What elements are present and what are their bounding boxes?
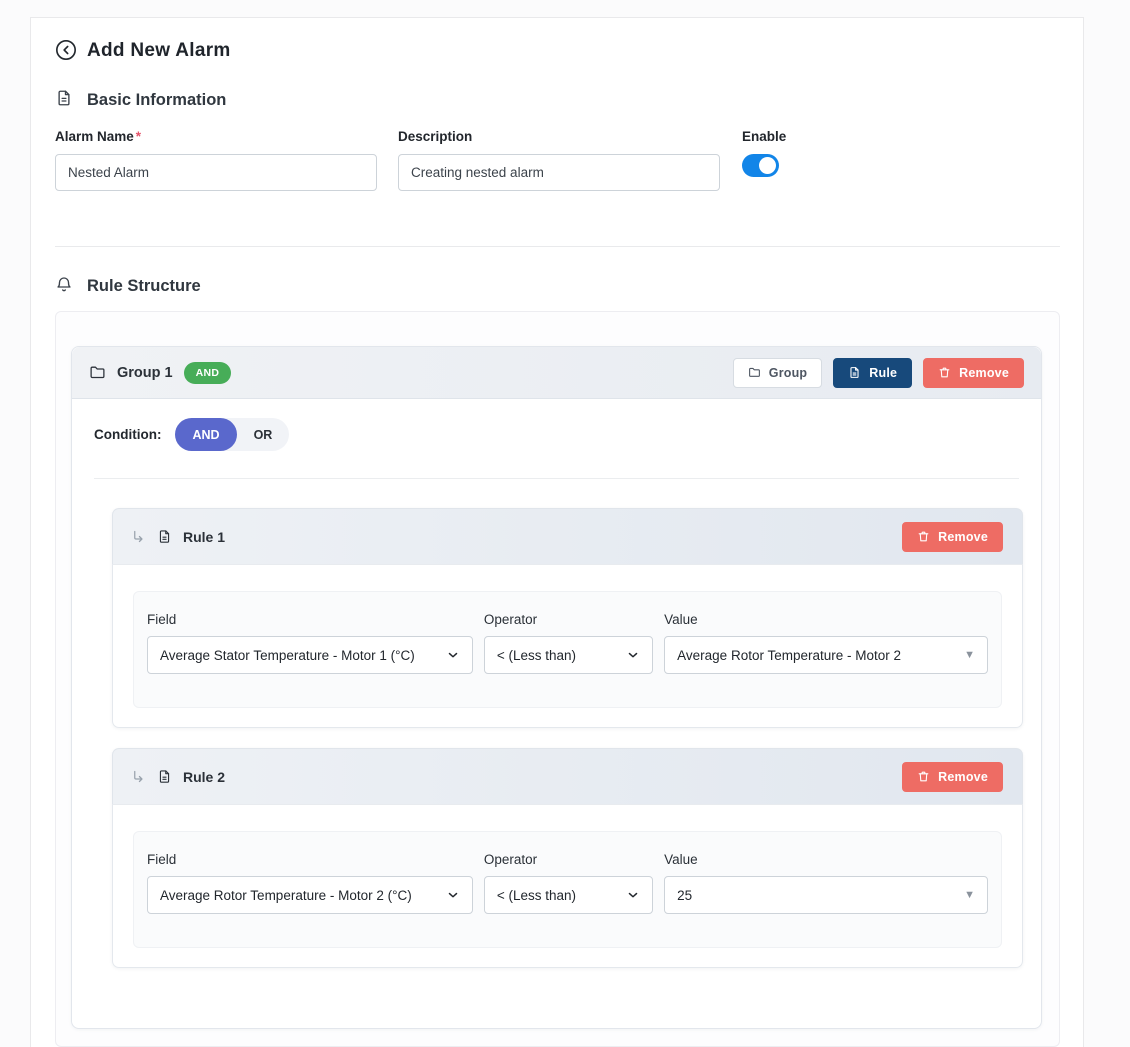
condition-option-and[interactable]: AND bbox=[175, 418, 236, 451]
rules-area: Rule 1 Remove Field bbox=[72, 479, 1041, 1028]
file-icon bbox=[157, 529, 172, 544]
rule-2-field-select[interactable]: Average Rotor Temperature - Motor 2 (°C) bbox=[147, 876, 473, 914]
folder-icon bbox=[748, 366, 761, 379]
condition-option-or[interactable]: OR bbox=[237, 418, 290, 451]
description-input[interactable] bbox=[398, 154, 720, 191]
page-header: Add New Alarm bbox=[55, 40, 1060, 62]
rule-2-operator-group: Operator < (Less than) bbox=[484, 852, 653, 914]
folder-icon bbox=[89, 364, 106, 381]
back-button[interactable] bbox=[55, 40, 77, 62]
value-label: Value bbox=[664, 852, 988, 867]
basic-information-heading: Basic Information bbox=[55, 89, 1060, 112]
value-label: Value bbox=[664, 612, 988, 627]
chevron-down-icon bbox=[446, 888, 460, 902]
rule-2-field-group: Field Average Rotor Temperature - Motor … bbox=[147, 852, 473, 914]
trash-icon bbox=[938, 366, 951, 379]
rule-1-body: Field Average Stator Temperature - Motor… bbox=[112, 564, 1023, 728]
rule-2-value-select[interactable]: 25 ▼ bbox=[664, 876, 988, 914]
group-condition-badge: AND bbox=[184, 362, 232, 384]
rule-2-operator-select[interactable]: < (Less than) bbox=[484, 876, 653, 914]
field-label: Field bbox=[147, 852, 473, 867]
rule-1-fields: Field Average Stator Temperature - Motor… bbox=[133, 591, 1002, 708]
rule-1-title: Rule 1 bbox=[183, 529, 225, 545]
rule-2-header: Rule 2 Remove bbox=[112, 748, 1023, 804]
section-divider bbox=[55, 246, 1060, 247]
rule-1-operator-group: Operator < (Less than) bbox=[484, 612, 653, 674]
rule-card-1: Rule 1 Remove Field bbox=[112, 508, 1023, 728]
condition-row: Condition: AND OR bbox=[72, 399, 1041, 465]
remove-rule-2-button[interactable]: Remove bbox=[902, 762, 1003, 792]
rule-structure-title: Rule Structure bbox=[87, 277, 201, 296]
condition-toggle: AND OR bbox=[175, 418, 289, 451]
remove-rule-1-button[interactable]: Remove bbox=[902, 522, 1003, 552]
alarm-name-group: Alarm Name* bbox=[55, 129, 377, 191]
page-title: Add New Alarm bbox=[87, 40, 231, 62]
rule-1-header: Rule 1 Remove bbox=[112, 508, 1023, 564]
alarm-name-label: Alarm Name* bbox=[55, 129, 377, 144]
corner-down-right-icon bbox=[131, 529, 146, 544]
rule-2-title: Rule 2 bbox=[183, 769, 225, 785]
rule-1-value-select[interactable]: Average Rotor Temperature - Motor 2 ▼ bbox=[664, 636, 988, 674]
caret-down-icon: ▼ bbox=[964, 650, 975, 661]
file-icon bbox=[157, 769, 172, 784]
corner-down-right-icon bbox=[131, 769, 146, 784]
bell-icon bbox=[55, 275, 73, 298]
rule-structure-heading: Rule Structure bbox=[55, 275, 1060, 298]
description-group: Description bbox=[398, 129, 720, 191]
description-label: Description bbox=[398, 129, 720, 144]
field-label: Field bbox=[147, 612, 473, 627]
chevron-down-icon bbox=[626, 888, 640, 902]
rule-structure-panel: Group 1 AND Group Rule Remove bbox=[55, 311, 1060, 1047]
enable-toggle[interactable] bbox=[742, 154, 779, 177]
alarm-name-input[interactable] bbox=[55, 154, 377, 191]
back-arrow-icon bbox=[55, 39, 77, 64]
group-body: Condition: AND OR bbox=[72, 399, 1041, 1028]
rule-2-value-group: Value 25 ▼ bbox=[664, 852, 988, 914]
operator-label: Operator bbox=[484, 852, 653, 867]
add-alarm-card: Add New Alarm Basic Information Alarm Na… bbox=[30, 17, 1084, 1047]
rule-1-field-group: Field Average Stator Temperature - Motor… bbox=[147, 612, 473, 674]
group-title: Group 1 bbox=[117, 365, 173, 381]
trash-icon bbox=[917, 770, 930, 783]
rule-2-fields: Field Average Rotor Temperature - Motor … bbox=[133, 831, 1002, 948]
group-card: Group 1 AND Group Rule Remove bbox=[71, 346, 1042, 1029]
remove-group-button[interactable]: Remove bbox=[923, 358, 1024, 388]
required-asterisk: * bbox=[136, 129, 141, 144]
rule-1-operator-select[interactable]: < (Less than) bbox=[484, 636, 653, 674]
condition-label: Condition: bbox=[94, 427, 161, 442]
chevron-down-icon bbox=[626, 648, 640, 662]
trash-icon bbox=[917, 530, 930, 543]
document-icon bbox=[55, 89, 73, 112]
basic-information-title: Basic Information bbox=[87, 91, 226, 110]
add-group-button[interactable]: Group bbox=[733, 358, 823, 388]
operator-label: Operator bbox=[484, 612, 653, 627]
file-icon bbox=[848, 366, 861, 379]
rule-1-value-group: Value Average Rotor Temperature - Motor … bbox=[664, 612, 988, 674]
enable-group: Enable bbox=[742, 129, 786, 191]
chevron-down-icon bbox=[446, 648, 460, 662]
rule-card-2: Rule 2 Remove Field bbox=[112, 748, 1023, 968]
enable-label: Enable bbox=[742, 129, 786, 144]
rule-2-body: Field Average Rotor Temperature - Motor … bbox=[112, 804, 1023, 968]
add-rule-button[interactable]: Rule bbox=[833, 358, 912, 388]
toggle-knob bbox=[759, 157, 776, 174]
basic-info-form: Alarm Name* Description Enable bbox=[55, 129, 1060, 191]
rule-1-field-select[interactable]: Average Stator Temperature - Motor 1 (°C… bbox=[147, 636, 473, 674]
group-header: Group 1 AND Group Rule Remove bbox=[72, 347, 1041, 399]
